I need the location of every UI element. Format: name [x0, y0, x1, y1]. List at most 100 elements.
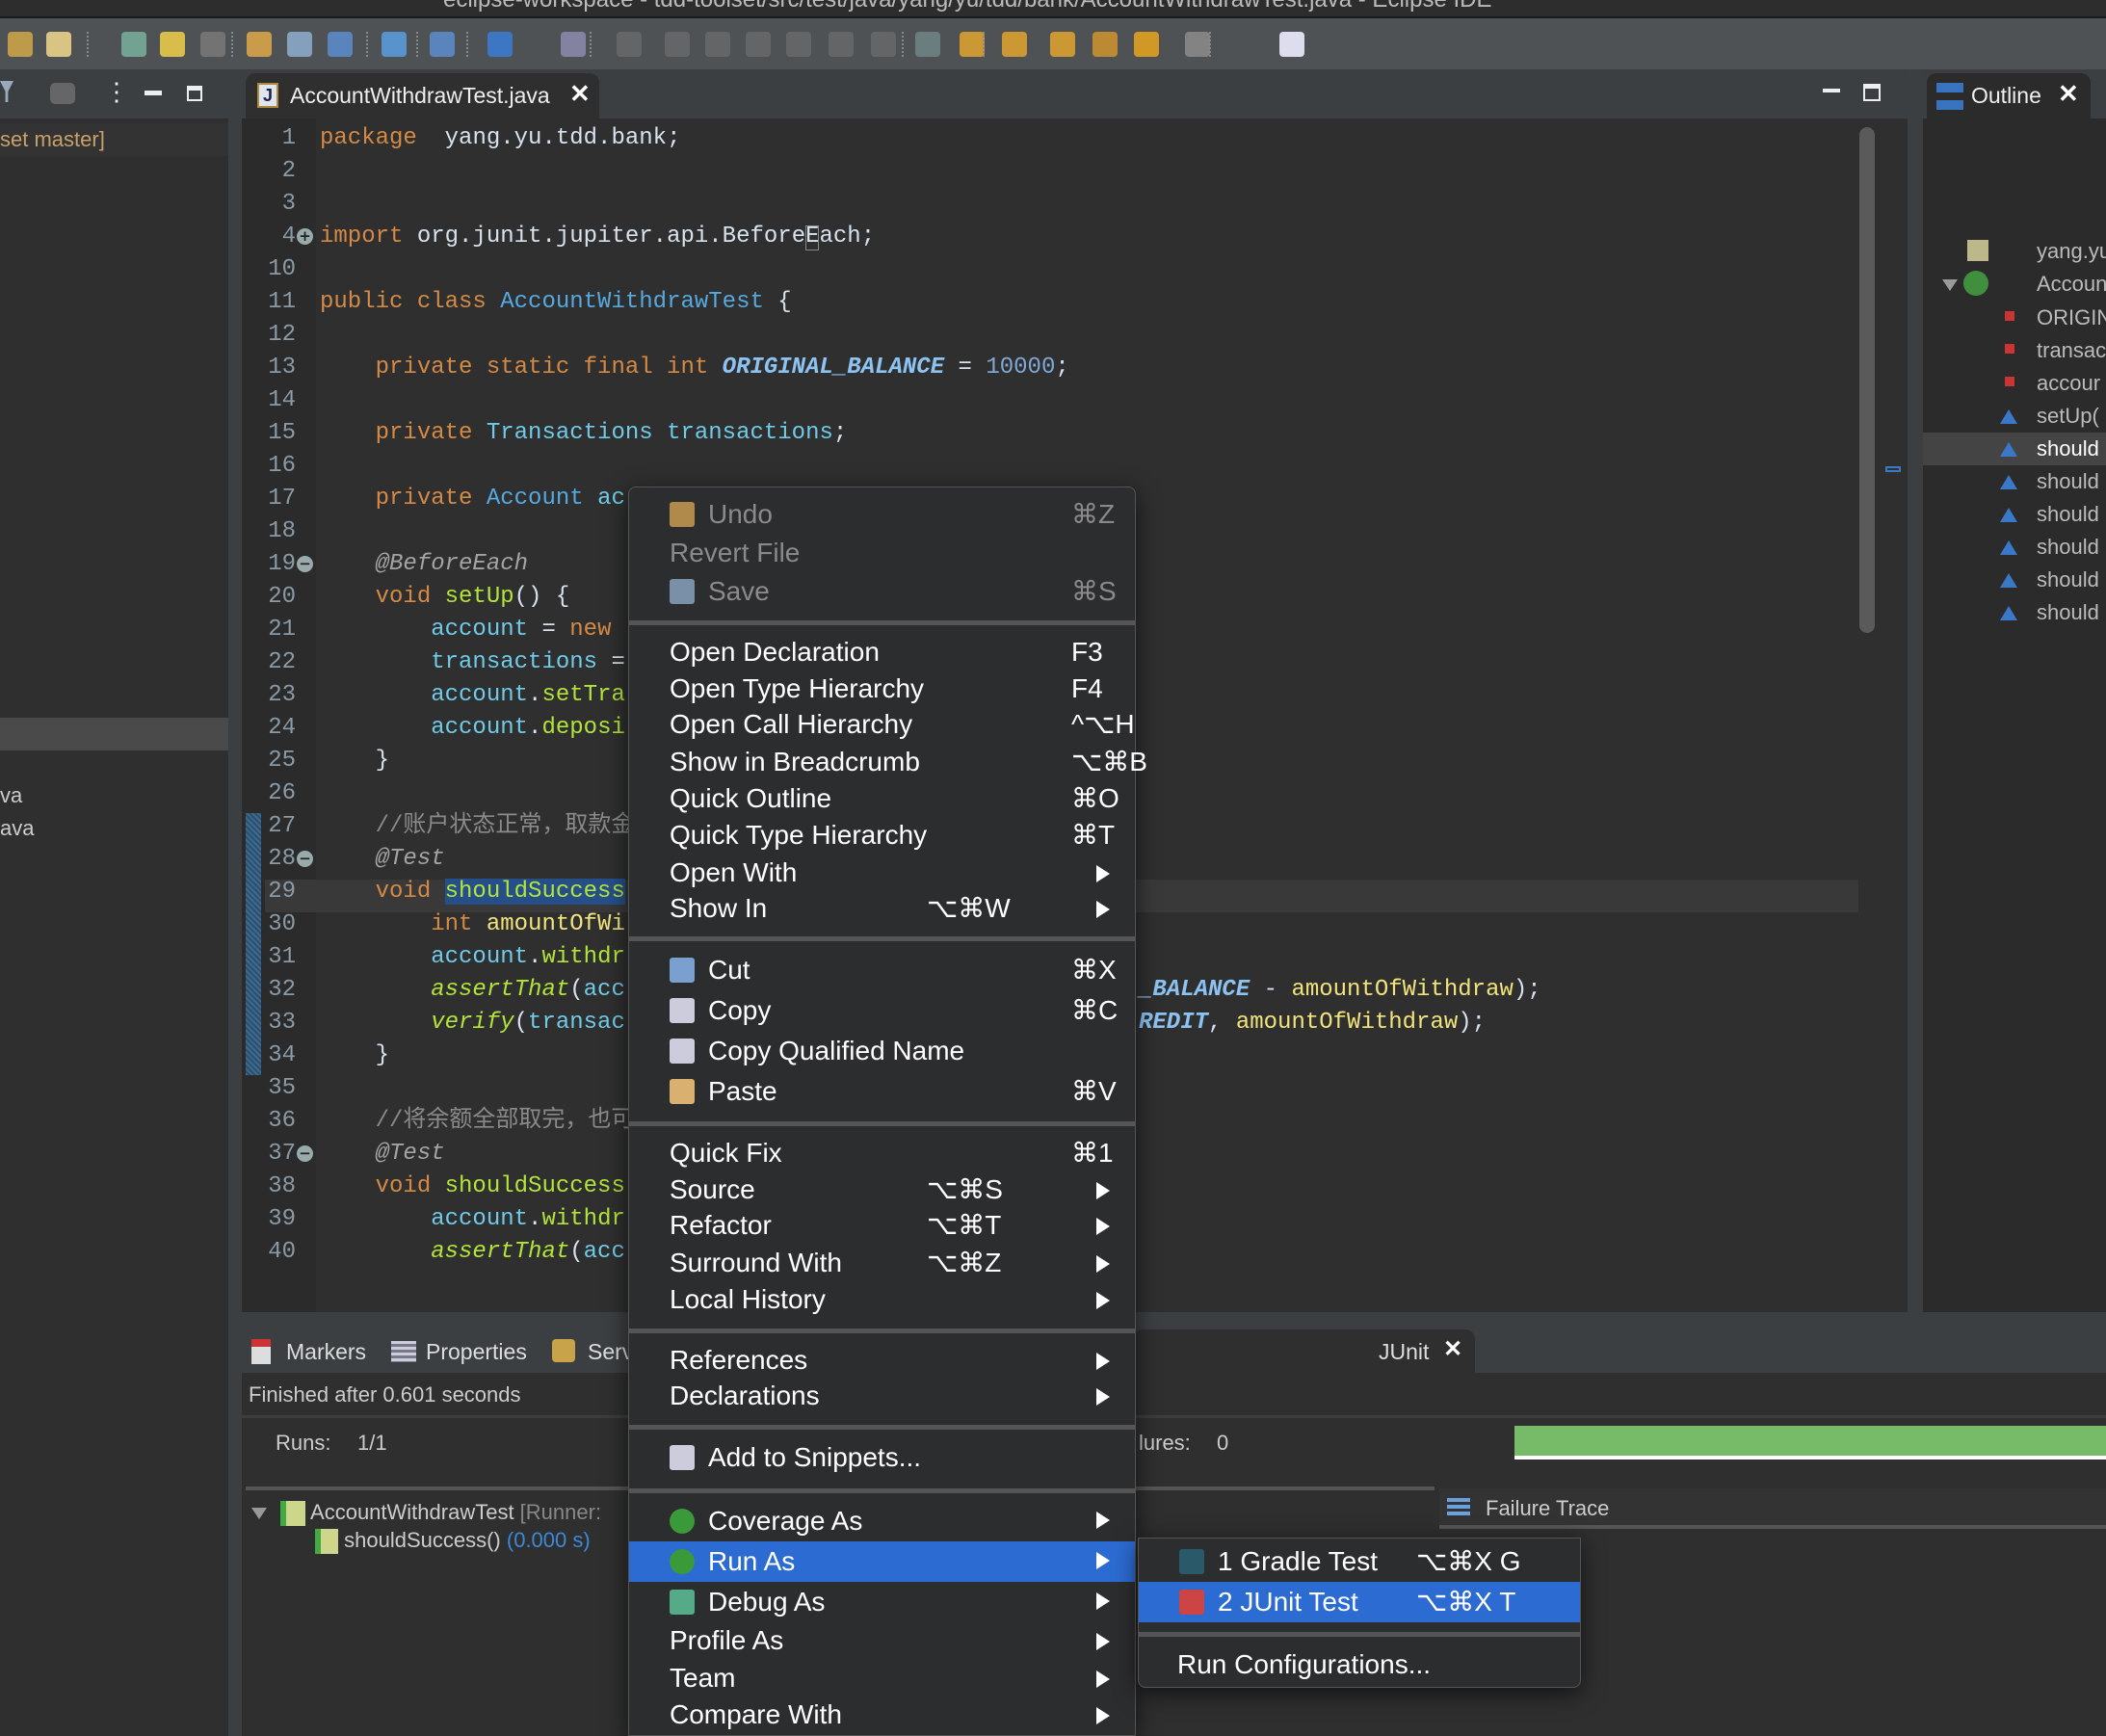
prev-edit-icon[interactable]: [1050, 32, 1075, 57]
minimize-editor-icon[interactable]: [1823, 89, 1840, 92]
back-icon[interactable]: [1092, 32, 1118, 57]
menu-item-refactor[interactable]: Refactor ⌥⌘T: [629, 1207, 1135, 1244]
tab-accountwithdrawtest-java[interactable]: J AccountWithdrawTest.java ✕: [246, 73, 599, 118]
outline-item[interactable]: accour: [1923, 367, 2106, 400]
menu-item-2-junit-test[interactable]: 2 JUnit Test ⌥⌘X T: [1139, 1581, 1580, 1622]
next-edit-icon[interactable]: [1002, 32, 1027, 57]
outline-item[interactable]: should: [1923, 531, 2106, 564]
code-line[interactable]: 1 package yang.yu.tdd.bank;: [242, 122, 1856, 155]
menu-item-quick-fix[interactable]: Quick Fix ⌘1: [629, 1135, 1135, 1171]
menu-item-quick-type-hierarchy[interactable]: Quick Type Hierarchy ⌘T: [629, 817, 1135, 854]
close-junit-icon[interactable]: ✕: [1443, 1335, 1462, 1363]
test-tree-row[interactable]: shouldSuccess() (0.000 s): [315, 1528, 591, 1555]
code-line[interactable]: 10: [242, 253, 1856, 286]
menu-item-profile-as[interactable]: Profile As: [629, 1622, 1135, 1659]
code-line[interactable]: 12: [242, 319, 1856, 352]
use-step-filters-icon[interactable]: [960, 32, 985, 57]
vertical-scrollbar[interactable]: [1859, 127, 1875, 633]
menu-item-show-in-breadcrumb[interactable]: Show in Breadcrumb ⌥⌘B: [629, 744, 1147, 780]
menu-item-compare-with[interactable]: Compare With: [629, 1697, 1135, 1733]
expand-triangle-icon[interactable]: [1942, 279, 1958, 291]
menu-item-open-with[interactable]: Open With: [629, 855, 1135, 891]
globe-icon[interactable]: [382, 32, 407, 57]
tree-row-selected[interactable]: [0, 718, 228, 750]
new-window-icon[interactable]: [1279, 32, 1304, 57]
suspend-icon[interactable]: [665, 32, 690, 57]
menu-item-open-type-hierarchy[interactable]: Open Type Hierarchy F4: [629, 671, 1135, 707]
open-icon[interactable]: [8, 32, 33, 57]
menu-item-local-history[interactable]: Local History: [629, 1281, 1135, 1318]
expand-fold-icon[interactable]: +: [297, 228, 313, 245]
next-annotation-icon[interactable]: [247, 32, 272, 57]
tab-junit[interactable]: JUnit ✕: [1133, 1329, 1475, 1373]
menu-item-source[interactable]: Source ⌥⌘S: [629, 1171, 1135, 1208]
menu-item-team[interactable]: Team: [629, 1660, 1135, 1697]
collapse-fold-icon[interactable]: −: [297, 556, 313, 572]
menu-item-paste[interactable]: Paste ⌘V: [629, 1071, 1135, 1112]
drop-frame-icon[interactable]: [915, 32, 940, 57]
outline-item[interactable]: should: [1923, 498, 2106, 531]
tab-markers[interactable]: Markers: [286, 1339, 366, 1365]
menu-item-copy-qualified-name[interactable]: Copy Qualified Name: [629, 1031, 1135, 1071]
tree-row[interactable]: va: [0, 779, 228, 812]
link-editor-icon[interactable]: [50, 83, 75, 104]
tree-row[interactable]: ava: [0, 812, 228, 845]
test-tree-row[interactable]: AccountWithdrawTest [Runner:: [251, 1500, 601, 1527]
code-line[interactable]: 15 private Transactions transactions;: [242, 417, 1856, 450]
menu-item-1-gradle-test[interactable]: 1 Gradle Test ⌥⌘X G: [1139, 1541, 1580, 1582]
code-line[interactable]: 2: [242, 155, 1856, 188]
collapse-fold-icon[interactable]: −: [297, 1145, 313, 1162]
view-menu-icon[interactable]: ⋮: [104, 77, 129, 107]
tab-servers[interactable]: Serv: [588, 1339, 633, 1365]
code-line[interactable]: 16: [242, 450, 1856, 483]
outline-item[interactable]: should: [1923, 596, 2106, 629]
step-return-icon[interactable]: [871, 32, 896, 57]
outline-item[interactable]: should: [1923, 465, 2106, 498]
step-into-icon[interactable]: [786, 32, 811, 57]
toggle-icon[interactable]: [200, 32, 225, 57]
outline-item[interactable]: ORIGIN: [1923, 302, 2106, 334]
menu-item-run-configurations[interactable]: Run Configurations...: [1139, 1646, 1580, 1683]
console-icon[interactable]: [487, 32, 513, 57]
pen-icon[interactable]: [46, 32, 71, 57]
outline-item[interactable]: should: [1923, 433, 2106, 465]
menu-item-open-declaration[interactable]: Open Declaration F3: [629, 634, 1135, 671]
maximize-icon[interactable]: [187, 86, 202, 101]
folded-imports-box[interactable]: [805, 225, 819, 250]
minimize-icon[interactable]: [145, 91, 162, 95]
menu-item-coverage-as[interactable]: Coverage As: [629, 1501, 1135, 1541]
outline-item[interactable]: should: [1923, 564, 2106, 596]
block-select-icon[interactable]: [287, 32, 312, 57]
menu-item-add-to-snippets[interactable]: Add to Snippets...: [629, 1437, 1135, 1478]
tab-properties[interactable]: Properties: [426, 1339, 527, 1365]
maximize-editor-icon[interactable]: [1863, 84, 1881, 101]
menu-item-copy[interactable]: Copy ⌘C: [629, 990, 1135, 1031]
disconnect-icon[interactable]: [746, 32, 771, 57]
menu-item-references[interactable]: References: [629, 1342, 1135, 1379]
run-icon[interactable]: [430, 32, 455, 57]
highlight-icon[interactable]: [160, 32, 185, 57]
terminate-icon[interactable]: [705, 32, 730, 57]
expand-triangle-icon[interactable]: [251, 1508, 267, 1519]
code-line[interactable]: 13 private static final int ORIGINAL_BAL…: [242, 352, 1856, 384]
resume-icon[interactable]: [617, 32, 642, 57]
code-line[interactable]: 4 + import org.junit.jupiter.api.BeforeEac…: [242, 221, 1856, 253]
collapse-fold-icon[interactable]: −: [297, 851, 313, 867]
whitespace-icon[interactable]: [328, 32, 353, 57]
overview-ruler-marker[interactable]: [1885, 466, 1901, 472]
menu-item-declarations[interactable]: Declarations: [629, 1378, 1135, 1414]
outline-item[interactable]: AccountW: [1923, 268, 2106, 301]
menu-item-save[interactable]: Save ⌘S: [629, 571, 1135, 612]
menu-item-debug-as[interactable]: Debug As: [629, 1582, 1135, 1622]
menu-item-undo[interactable]: Undo ⌘Z: [629, 494, 1135, 535]
new-class-icon[interactable]: [121, 32, 146, 57]
tree-row[interactable]: set master]: [0, 123, 228, 156]
forward-icon[interactable]: [1134, 32, 1159, 57]
filter-icon[interactable]: [0, 81, 13, 102]
menu-item-revert-file[interactable]: Revert File: [629, 535, 1135, 571]
outline-item[interactable]: yang.yu.tc: [1923, 235, 2106, 268]
outline-item[interactable]: setUp(: [1923, 400, 2106, 433]
new-window-icon[interactable]: [1185, 32, 1210, 57]
menu-item-quick-outline[interactable]: Quick Outline ⌘O: [629, 780, 1135, 817]
code-line[interactable]: 3: [242, 188, 1856, 221]
